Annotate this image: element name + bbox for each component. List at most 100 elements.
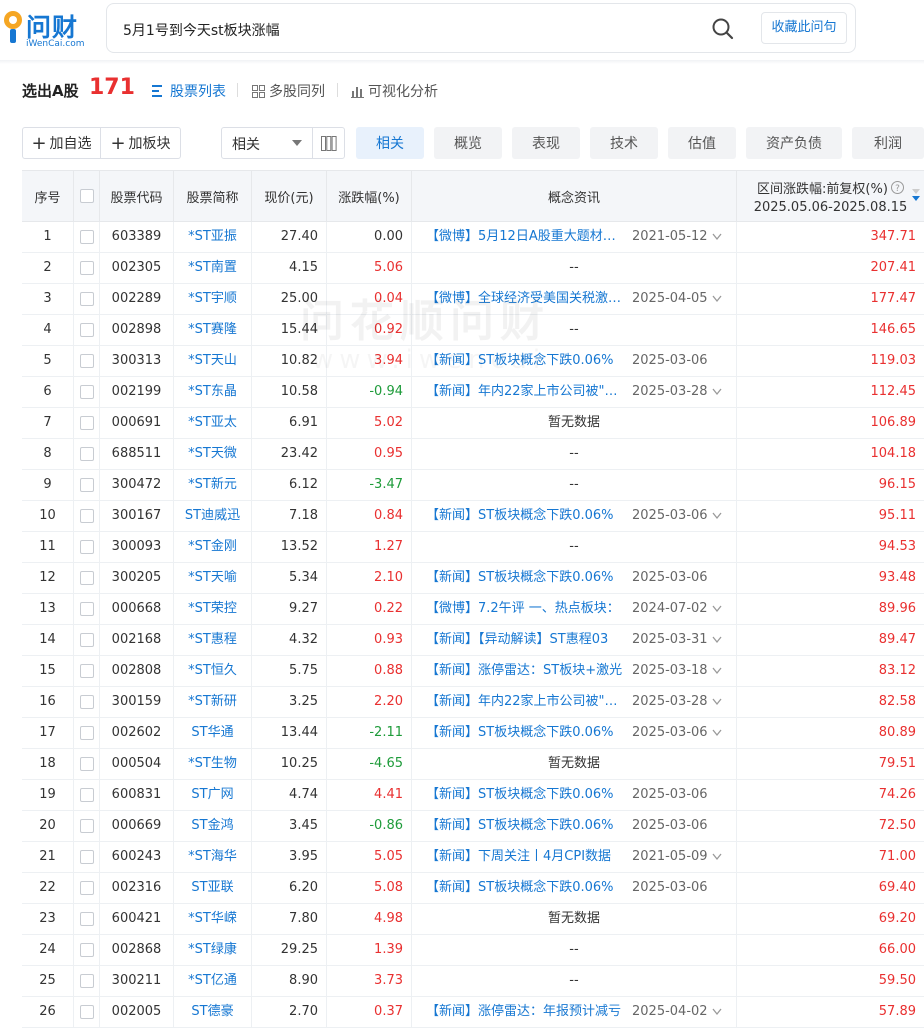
row-select[interactable] bbox=[74, 377, 100, 407]
stock-name[interactable]: *ST新研 bbox=[174, 687, 252, 717]
stock-code[interactable]: 000668 bbox=[100, 594, 174, 624]
col-seq[interactable]: 序号 bbox=[22, 171, 74, 221]
table-row[interactable]: 23 600421 *ST华嵘 7.80 4.98 暂无数据 69.20 bbox=[22, 904, 924, 935]
row-checkbox[interactable] bbox=[80, 230, 94, 244]
chevron-down-icon[interactable] bbox=[712, 295, 722, 303]
row-select[interactable] bbox=[74, 253, 100, 283]
row-checkbox[interactable] bbox=[80, 571, 94, 585]
col-name[interactable]: 股票简称 bbox=[174, 171, 252, 221]
stock-code[interactable]: 300159 bbox=[100, 687, 174, 717]
row-select[interactable] bbox=[74, 935, 100, 965]
add-block-button[interactable]: + 加板块 bbox=[100, 127, 181, 159]
news-link[interactable]: 【新闻】ST板块概念下跌0.06% bbox=[426, 780, 626, 810]
row-checkbox[interactable] bbox=[80, 385, 94, 399]
row-checkbox[interactable] bbox=[80, 416, 94, 430]
table-row[interactable]: 9 300472 *ST新元 6.12 -3.47 -- 96.15 bbox=[22, 470, 924, 501]
stock-code[interactable]: 300211 bbox=[100, 966, 174, 996]
news-link[interactable]: 【新闻】涨停雷达：ST板块+激光 bbox=[426, 656, 626, 686]
concept-news[interactable]: 【新闻】下周关注丨4月CPI数据 2021-05-09 bbox=[412, 842, 737, 872]
concept-news[interactable]: 【微博】5月12日A股重大题材资讯 2021-05-12 bbox=[412, 222, 737, 252]
concept-news[interactable]: 【新闻】ST板块概念下跌0.06% 2025-03-06 bbox=[412, 780, 737, 810]
row-checkbox[interactable] bbox=[80, 509, 94, 523]
row-select[interactable] bbox=[74, 811, 100, 841]
stock-code[interactable]: 600243 bbox=[100, 842, 174, 872]
chevron-down-icon[interactable] bbox=[712, 636, 722, 644]
table-row[interactable]: 13 000668 *ST荣控 9.27 0.22 【微博】7.2午评 一、热点板块： 20… bbox=[22, 594, 924, 625]
stock-code[interactable]: 002316 bbox=[100, 873, 174, 903]
concept-news[interactable]: 【微博】全球经济受美国关税激增影响 2025-04-05 bbox=[412, 284, 737, 314]
stock-name[interactable]: *ST新元 bbox=[174, 470, 252, 500]
stock-name[interactable]: *ST亚振 bbox=[174, 222, 252, 252]
sort-select[interactable]: 相关 bbox=[221, 127, 313, 159]
table-row[interactable]: 21 600243 *ST海华 3.95 5.05 【新闻】下周关注丨4月CPI数据 202… bbox=[22, 842, 924, 873]
tab-valuation[interactable]: 估值 bbox=[668, 127, 736, 159]
table-row[interactable]: 14 002168 *ST惠程 4.32 0.93 【新闻】【异动解读】ST惠程03 202… bbox=[22, 625, 924, 656]
row-select[interactable] bbox=[74, 284, 100, 314]
stock-name[interactable]: *ST赛隆 bbox=[174, 315, 252, 345]
chevron-down-icon[interactable] bbox=[712, 1008, 722, 1016]
table-row[interactable]: 19 600831 ST广网 4.74 4.41 【新闻】ST板块概念下跌0.06% 202… bbox=[22, 780, 924, 811]
stock-code[interactable]: 603389 bbox=[100, 222, 174, 252]
stock-code[interactable]: 300093 bbox=[100, 532, 174, 562]
stock-code[interactable]: 002868 bbox=[100, 935, 174, 965]
concept-news[interactable]: -- bbox=[412, 315, 737, 345]
concept-news[interactable]: 【新闻】年内22家上市公司被"戴帽" 2025-03-28 bbox=[412, 377, 737, 407]
help-icon[interactable]: ? bbox=[890, 180, 904, 194]
stock-code[interactable]: 000669 bbox=[100, 811, 174, 841]
table-row[interactable]: 5 300313 *ST天山 10.82 3.94 【新闻】ST板块概念下跌0.06% 20… bbox=[22, 346, 924, 377]
row-checkbox[interactable] bbox=[80, 1005, 94, 1019]
stock-name[interactable]: ST华通 bbox=[174, 718, 252, 748]
row-checkbox[interactable] bbox=[80, 819, 94, 833]
table-row[interactable]: 10 300167 ST迪威迅 7.18 0.84 【新闻】ST板块概念下跌0.06% 20… bbox=[22, 501, 924, 532]
tab-performance[interactable]: 表现 bbox=[512, 127, 580, 159]
row-checkbox[interactable] bbox=[80, 912, 94, 926]
table-row[interactable]: 26 002005 ST德豪 2.70 0.37 【新闻】涨停雷达：年报预计减亏 2025-… bbox=[22, 997, 924, 1028]
news-link[interactable]: 【新闻】ST板块概念下跌0.06% bbox=[426, 346, 626, 376]
concept-news[interactable]: -- bbox=[412, 253, 737, 283]
stock-name[interactable]: *ST东晶 bbox=[174, 377, 252, 407]
stock-name[interactable]: *ST海华 bbox=[174, 842, 252, 872]
stock-name[interactable]: ST德豪 bbox=[174, 997, 252, 1027]
row-select[interactable] bbox=[74, 842, 100, 872]
table-row[interactable]: 2 002305 *ST南置 4.15 5.06 -- 207.41 bbox=[22, 253, 924, 284]
row-select[interactable] bbox=[74, 780, 100, 810]
view-tab-stock-list[interactable]: 股票列表 bbox=[152, 81, 226, 101]
stock-name[interactable]: *ST华嵘 bbox=[174, 904, 252, 934]
row-checkbox[interactable] bbox=[80, 757, 94, 771]
stock-code[interactable]: 000504 bbox=[100, 749, 174, 779]
chevron-down-icon[interactable] bbox=[712, 233, 722, 241]
row-checkbox[interactable] bbox=[80, 695, 94, 709]
stock-name[interactable]: *ST亚太 bbox=[174, 408, 252, 438]
news-link[interactable]: 【新闻】ST板块概念下跌0.06% bbox=[426, 811, 626, 841]
table-row[interactable]: 7 000691 *ST亚太 6.91 5.02 暂无数据 106.89 bbox=[22, 408, 924, 439]
concept-news[interactable]: 【新闻】【异动解读】ST惠程03 2025-03-31 bbox=[412, 625, 737, 655]
col-concept-news[interactable]: 概念资讯 bbox=[412, 171, 737, 221]
news-link[interactable]: 【微博】全球经济受美国关税激增影响 bbox=[426, 284, 626, 314]
row-checkbox[interactable] bbox=[80, 664, 94, 678]
news-link[interactable]: 【微博】5月12日A股重大题材资讯 bbox=[426, 222, 626, 252]
stock-name[interactable]: ST亚联 bbox=[174, 873, 252, 903]
row-select[interactable] bbox=[74, 656, 100, 686]
stock-name[interactable]: ST广网 bbox=[174, 780, 252, 810]
news-link[interactable]: 【新闻】ST板块概念下跌0.06% bbox=[426, 563, 626, 593]
select-all-checkbox[interactable] bbox=[80, 189, 94, 203]
row-checkbox[interactable] bbox=[80, 850, 94, 864]
row-checkbox[interactable] bbox=[80, 261, 94, 275]
sort-desc-icon[interactable] bbox=[912, 189, 920, 201]
iwencai-logo[interactable]: 问财 iWenCai.com bbox=[0, 6, 86, 50]
news-link[interactable]: 【新闻】ST板块概念下跌0.06% bbox=[426, 718, 626, 748]
row-select[interactable] bbox=[74, 532, 100, 562]
stock-code[interactable]: 002305 bbox=[100, 253, 174, 283]
column-settings-button[interactable] bbox=[312, 127, 345, 159]
chevron-down-icon[interactable] bbox=[712, 729, 722, 737]
news-link[interactable]: 【新闻】年内22家上市公司被"戴帽" bbox=[426, 687, 626, 717]
add-watchlist-button[interactable]: + 加自选 bbox=[22, 127, 101, 159]
concept-news[interactable]: 【新闻】ST板块概念下跌0.06% 2025-03-06 bbox=[412, 501, 737, 531]
row-checkbox[interactable] bbox=[80, 540, 94, 554]
concept-news[interactable]: -- bbox=[412, 470, 737, 500]
stock-name[interactable]: *ST天山 bbox=[174, 346, 252, 376]
col-change[interactable]: 涨跌幅(%) bbox=[327, 171, 412, 221]
col-select-all[interactable] bbox=[74, 171, 100, 221]
stock-name[interactable]: *ST宇顺 bbox=[174, 284, 252, 314]
stock-code[interactable]: 300167 bbox=[100, 501, 174, 531]
